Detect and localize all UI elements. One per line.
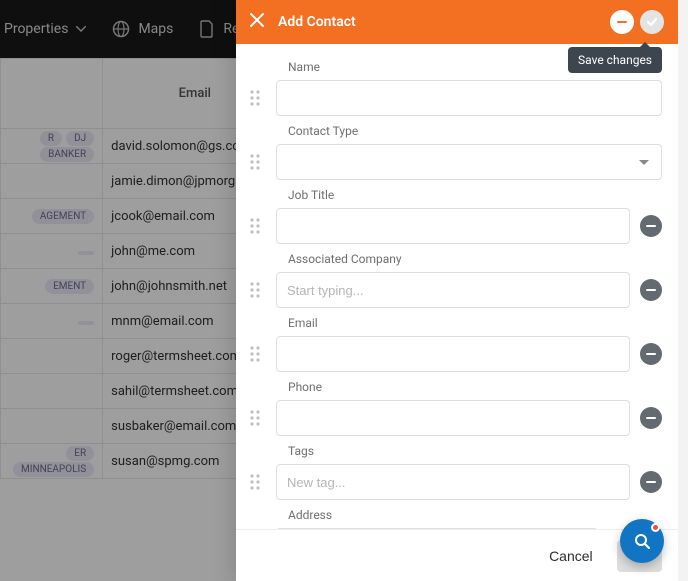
minimize-button[interactable]: [610, 10, 634, 34]
remove-phone-button[interactable]: [640, 407, 662, 429]
minus-icon: [646, 285, 656, 295]
job-title-field[interactable]: [276, 208, 630, 244]
add-contact-panel: Add Contact Save changes Name Contact Ty…: [236, 0, 678, 581]
panel-title: Add Contact: [278, 14, 356, 30]
panel-footer: Cancel S: [236, 529, 678, 581]
remove-tags-button[interactable]: [640, 471, 662, 493]
phone-field[interactable]: [276, 400, 630, 436]
close-icon: [250, 13, 264, 27]
panel-body: Name Contact Type Job Title Associated C…: [236, 44, 678, 529]
notification-dot-icon: [651, 523, 660, 532]
drag-handle[interactable]: [244, 410, 266, 426]
minus-icon: [616, 16, 628, 28]
phone-label: Phone: [288, 380, 662, 394]
minus-icon: [646, 413, 656, 423]
drag-handle[interactable]: [244, 282, 266, 298]
drag-handle[interactable]: [244, 474, 266, 490]
chat-search-icon: [631, 530, 653, 552]
help-fab[interactable]: [620, 519, 664, 563]
drag-icon: [250, 410, 260, 426]
minus-icon: [646, 349, 656, 359]
drag-icon: [250, 90, 260, 106]
remove-associated-company-button[interactable]: [640, 279, 662, 301]
minus-icon: [646, 477, 656, 487]
contact-type-select[interactable]: [276, 144, 662, 180]
tags-field[interactable]: [276, 464, 630, 500]
minus-icon: [646, 221, 656, 231]
close-button[interactable]: [250, 13, 264, 31]
check-icon: [645, 15, 659, 29]
cancel-button[interactable]: Cancel: [543, 547, 599, 565]
drag-handle[interactable]: [244, 90, 266, 106]
drag-icon: [250, 474, 260, 490]
drag-handle[interactable]: [244, 154, 266, 170]
job-title-label: Job Title: [288, 188, 662, 202]
address-label: Address: [288, 508, 662, 522]
email-field[interactable]: [276, 336, 630, 372]
tags-label: Tags: [288, 444, 662, 458]
drag-icon: [250, 346, 260, 362]
remove-job-title-button[interactable]: [640, 215, 662, 237]
confirm-button[interactable]: [640, 10, 664, 34]
associated-company-field[interactable]: [276, 272, 630, 308]
name-field[interactable]: [276, 80, 662, 116]
drag-icon: [250, 218, 260, 234]
drag-icon: [250, 154, 260, 170]
drag-handle[interactable]: [244, 218, 266, 234]
email-label: Email: [288, 316, 662, 330]
drag-handle[interactable]: [244, 346, 266, 362]
associated-company-label: Associated Company: [288, 252, 662, 266]
vertical-scrollbar[interactable]: [678, 0, 688, 581]
panel-header: Add Contact: [236, 0, 678, 44]
remove-email-button[interactable]: [640, 343, 662, 365]
drag-icon: [250, 282, 260, 298]
contact-type-label: Contact Type: [288, 124, 662, 138]
save-changes-tooltip: Save changes: [568, 47, 662, 73]
